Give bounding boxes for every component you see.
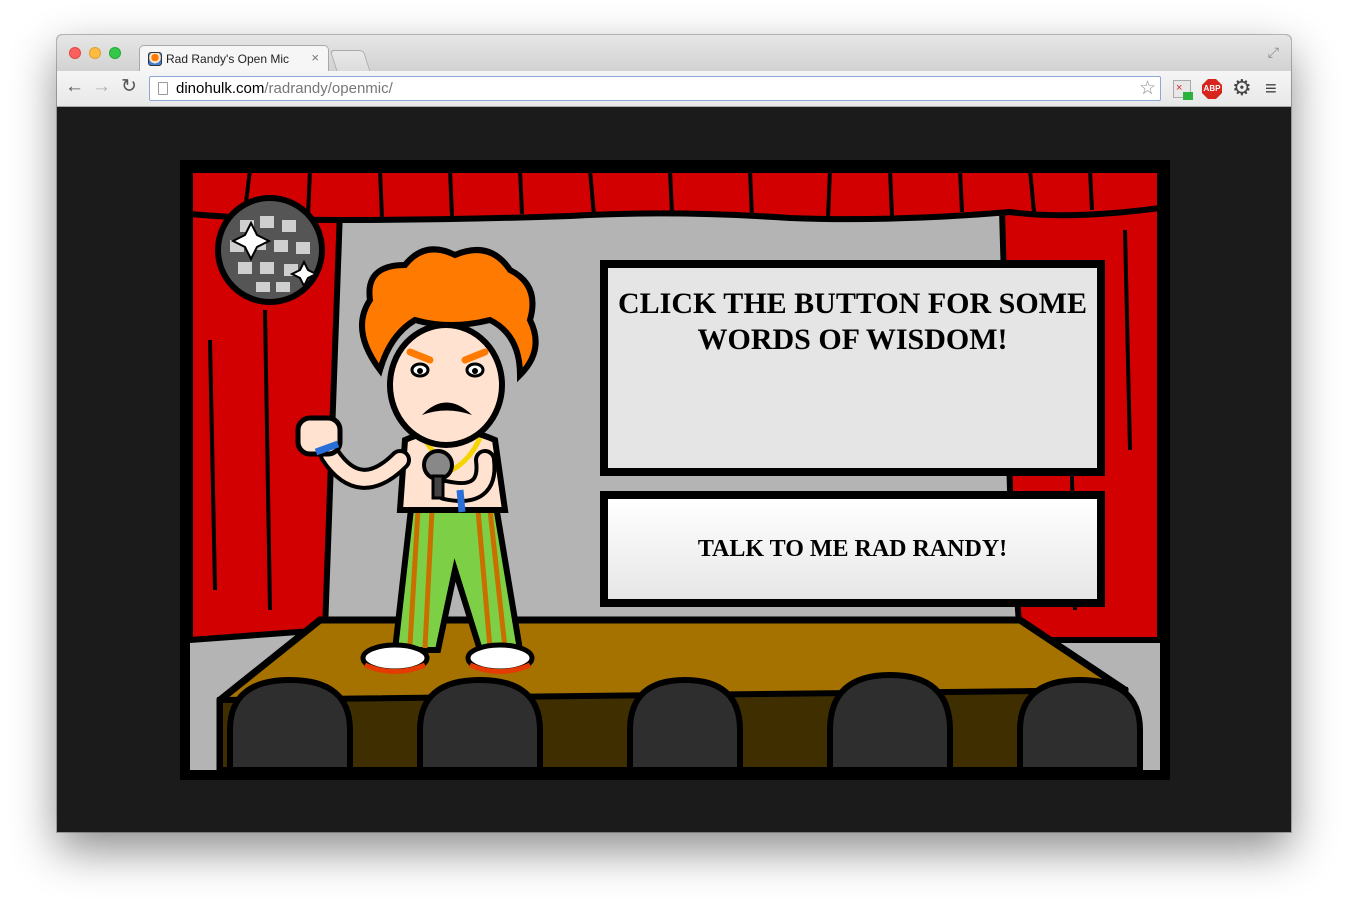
hamburger-menu-icon[interactable]: ≡ [1265, 77, 1277, 101]
toolbar: ← → ↻ dinohulk.com/radrandy/openmic/ ☆ ×… [57, 71, 1291, 107]
page-icon [158, 82, 168, 95]
url-text[interactable]: dinohulk.com/radrandy/openmic/ [176, 80, 393, 97]
fullscreen-icon[interactable]: ⤢ [1268, 44, 1279, 61]
gear-icon[interactable]: ⚙ [1232, 76, 1252, 100]
minimize-window-button[interactable] [89, 47, 101, 59]
url-host: dinohulk.com [176, 80, 265, 97]
tab-title: Rad Randy's Open Mic [166, 52, 290, 66]
talk-to-me-button[interactable]: TALK TO ME RAD RANDY! [600, 491, 1105, 607]
tab-bar: Rad Randy's Open Mic × ⤢ [57, 35, 1291, 72]
star-icon[interactable]: ☆ [1139, 77, 1156, 100]
tab-rad-randy[interactable]: Rad Randy's Open Mic × [139, 45, 329, 72]
wisdom-text-box: CLICK THE BUTTON FOR SOME WORDS OF WISDO… [600, 260, 1105, 476]
forward-arrow-icon[interactable]: → [92, 77, 111, 97]
adblock-icon[interactable]: ABP [1202, 79, 1222, 99]
open-mic-stage: CLICK THE BUTTON FOR SOME WORDS OF WISDO… [180, 160, 1170, 780]
new-tab-button[interactable] [329, 50, 371, 71]
top-valance [190, 170, 1160, 224]
favicon-icon [148, 52, 162, 66]
disco-ball [215, 195, 325, 305]
close-window-button[interactable] [69, 47, 81, 59]
browser-window: Rad Randy's Open Mic × ⤢ ← → ↻ dinohulk.… [57, 35, 1291, 832]
back-arrow-icon[interactable]: ← [65, 77, 84, 97]
url-path: /radrandy/openmic/ [264, 80, 393, 97]
address-bar[interactable]: dinohulk.com/radrandy/openmic/ ☆ [149, 76, 1161, 101]
extension-icon[interactable]: × [1173, 80, 1193, 100]
maximize-window-button[interactable] [109, 47, 121, 59]
tab-close-icon[interactable]: × [311, 50, 319, 65]
reload-icon[interactable]: ↻ [121, 77, 137, 97]
